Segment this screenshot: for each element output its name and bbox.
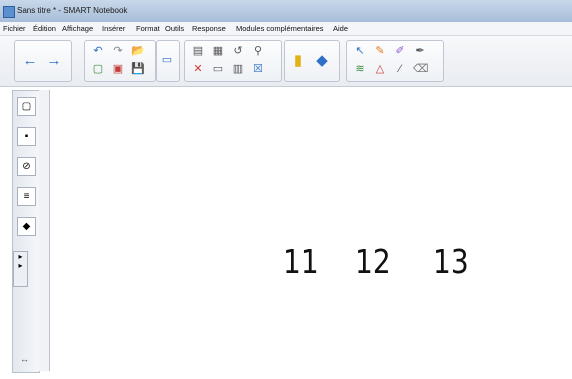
forward-arrow-icon[interactable]: → bbox=[45, 52, 63, 70]
insert-group: ▤ ▦ ↺ ⚲ ✕ ▭ ▥ ☒ bbox=[184, 40, 282, 82]
smart-notebook-app-icon bbox=[3, 6, 15, 18]
screen-display-icon[interactable]: ▭ bbox=[160, 53, 174, 67]
screen-group: ▭ bbox=[156, 40, 180, 82]
menu-outils[interactable]: Outils bbox=[165, 24, 184, 33]
handwritten-number-11: 11 bbox=[283, 242, 319, 281]
search-icon[interactable]: ⚲ bbox=[251, 44, 265, 58]
magic-pen-icon[interactable]: ✒ bbox=[413, 44, 427, 58]
eraser-icon[interactable]: ⌫ bbox=[413, 62, 429, 76]
attachments-tab-icon[interactable]: ⊘ bbox=[17, 157, 36, 176]
pen-icon[interactable]: ✎ bbox=[373, 44, 387, 58]
tools-group: ↖ ✎ ✐ ✒ ≋ △ ⁄ ⌫ bbox=[346, 40, 444, 82]
window-title: Sans titre * - SMART Notebook bbox=[17, 6, 128, 15]
creative-pen-icon[interactable]: ✐ bbox=[393, 44, 407, 58]
gallery-tab-icon[interactable]: ▪ bbox=[17, 127, 36, 146]
menu-response[interactable]: Response bbox=[192, 24, 226, 33]
paste-icon[interactable]: ▤ bbox=[191, 44, 205, 58]
redo-icon[interactable]: ↷ bbox=[111, 44, 125, 58]
menu-fichier[interactable]: Fichier bbox=[3, 24, 26, 33]
delete-icon[interactable]: ✕ bbox=[191, 62, 205, 76]
panel-splitter[interactable] bbox=[39, 90, 50, 371]
gallery-icon[interactable]: ▮ bbox=[289, 52, 307, 70]
handwritten-number-12: 12 bbox=[355, 242, 391, 281]
menu-modules-complementaires[interactable]: Modules complémentaires bbox=[236, 24, 324, 33]
sidebar-swap-icon[interactable]: ↔ bbox=[20, 354, 29, 364]
sidebar-resize-handle[interactable]: ▸ ▸ bbox=[13, 251, 28, 287]
side-tabs-panel: ▢ ▪ ⊘ ≡ ◆ ▸ ▸ ↔ bbox=[12, 90, 40, 373]
edit-group: ↶ ↷ 📂 ▢ ▣ 💾 bbox=[84, 40, 156, 82]
rotate-icon[interactable]: ↺ bbox=[231, 44, 245, 58]
nav-group: ← → bbox=[14, 40, 72, 82]
handwritten-number-13: 13 bbox=[433, 242, 469, 281]
undo-icon[interactable]: ↶ bbox=[91, 44, 105, 58]
line-icon[interactable]: ⁄ bbox=[393, 62, 407, 76]
menu-affichage[interactable]: Affichage bbox=[62, 24, 93, 33]
save-icon[interactable]: 💾 bbox=[131, 62, 145, 76]
screen-capture-icon[interactable]: ▦ bbox=[211, 44, 225, 58]
highlighter-icon[interactable]: ≋ bbox=[353, 62, 367, 76]
lesson-activity-icon[interactable]: ◆ bbox=[313, 52, 331, 70]
properties-tab-icon[interactable]: ≡ bbox=[17, 187, 36, 206]
table-icon[interactable]: ▥ bbox=[231, 62, 245, 76]
menu-bar: Fichier Édition Affichage Insérer Format… bbox=[0, 22, 572, 36]
screen-shade-icon[interactable]: ▭ bbox=[211, 62, 225, 76]
page-sorter-tab-icon[interactable]: ▢ bbox=[17, 97, 36, 116]
shapes-triangle-icon[interactable]: △ bbox=[373, 62, 387, 76]
whiteboard-canvas[interactable]: 11 12 13 bbox=[50, 90, 572, 379]
addon-group: ▮ ◆ bbox=[284, 40, 340, 82]
menu-edition[interactable]: Édition bbox=[33, 24, 56, 33]
back-arrow-icon[interactable]: ← bbox=[21, 52, 39, 70]
addons-tab-icon[interactable]: ◆ bbox=[17, 217, 36, 236]
new-page-icon[interactable]: ▢ bbox=[91, 62, 105, 76]
title-bar: Sans titre * - SMART Notebook bbox=[0, 0, 572, 22]
open-icon[interactable]: 📂 bbox=[131, 44, 145, 58]
menu-inserer[interactable]: Insérer bbox=[102, 24, 125, 33]
menu-format[interactable]: Format bbox=[136, 24, 160, 33]
delete-page-icon[interactable]: ▣ bbox=[111, 62, 125, 76]
close-window-icon[interactable]: ☒ bbox=[251, 62, 265, 76]
select-cursor-icon[interactable]: ↖ bbox=[353, 44, 367, 58]
toolbar: ← → ↶ ↷ 📂 ▢ ▣ 💾 ▭ ▤ ▦ ↺ ⚲ ✕ ▭ ▥ ☒ ▮ ◆ ↖ … bbox=[0, 36, 572, 87]
menu-aide[interactable]: Aide bbox=[333, 24, 348, 33]
